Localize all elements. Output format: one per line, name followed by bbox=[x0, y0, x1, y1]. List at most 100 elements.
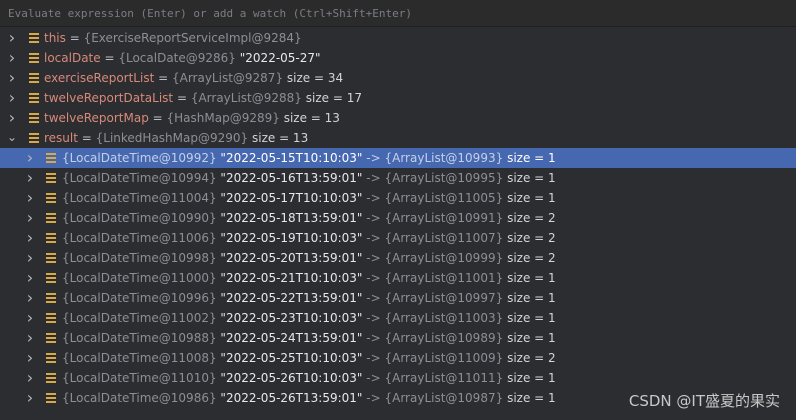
entry-key-ref: {LocalDateTime@10988} bbox=[62, 331, 217, 345]
variables-tree: this = {ExerciseReportServiceImpl@9284} … bbox=[0, 28, 796, 408]
variable-row-twelvereportmap[interactable]: twelveReportMap = {HashMap@9289} size = … bbox=[0, 108, 796, 128]
entry-size: size = 2 bbox=[507, 211, 556, 225]
map-entry-content: {LocalDateTime@11010} "2022-05-26T10:10:… bbox=[62, 368, 556, 388]
field-icon bbox=[46, 293, 56, 303]
variable-size: size = 34 bbox=[286, 71, 344, 85]
field-icon bbox=[29, 73, 39, 83]
field-icon bbox=[46, 233, 56, 243]
entry-value-ref: {ArrayList@10995} bbox=[384, 171, 504, 185]
chevron-right-icon[interactable] bbox=[24, 388, 36, 408]
variable-ref: {ArrayList@9288} bbox=[190, 91, 302, 105]
map-entry-row[interactable]: {LocalDateTime@11000} "2022-05-21T10:10:… bbox=[0, 268, 796, 288]
map-entry-row[interactable]: {LocalDateTime@11006} "2022-05-19T10:10:… bbox=[0, 228, 796, 248]
entry-size: size = 2 bbox=[507, 351, 556, 365]
entry-key-ref: {LocalDateTime@10990} bbox=[62, 211, 217, 225]
entry-key-ref: {LocalDateTime@10996} bbox=[62, 291, 217, 305]
variable-name: localDate bbox=[44, 51, 101, 65]
entry-key-value: "2022-05-15T10:10:03" bbox=[220, 151, 363, 165]
variable-ref: {ExerciseReportServiceImpl@9284} bbox=[83, 31, 302, 45]
chevron-right-icon[interactable] bbox=[6, 68, 18, 88]
entry-arrow: -> bbox=[366, 331, 381, 345]
entry-value-ref: {ArrayList@10987} bbox=[384, 391, 504, 405]
chevron-right-icon[interactable] bbox=[24, 328, 36, 348]
field-icon bbox=[46, 253, 56, 263]
entry-value-ref: {ArrayList@11007} bbox=[384, 231, 504, 245]
chevron-right-icon[interactable] bbox=[24, 268, 36, 288]
map-entry-row[interactable]: {LocalDateTime@11010} "2022-05-26T10:10:… bbox=[0, 368, 796, 388]
chevron-right-icon[interactable] bbox=[24, 148, 36, 168]
entry-value-ref: {ArrayList@10989} bbox=[384, 331, 504, 345]
entry-arrow: -> bbox=[366, 271, 381, 285]
entry-size: size = 1 bbox=[507, 331, 556, 345]
entry-key-ref: {LocalDateTime@11000} bbox=[62, 271, 217, 285]
evaluate-expression-input[interactable] bbox=[0, 0, 796, 26]
map-entry-row[interactable]: {LocalDateTime@10988} "2022-05-24T13:59:… bbox=[0, 328, 796, 348]
entry-arrow: -> bbox=[366, 391, 381, 405]
field-icon bbox=[29, 133, 39, 143]
entry-value-ref: {ArrayList@10999} bbox=[384, 251, 504, 265]
variable-row-twelvereportdatalist[interactable]: twelveReportDataList = {ArrayList@9288} … bbox=[0, 88, 796, 108]
chevron-right-icon[interactable] bbox=[24, 368, 36, 388]
chevron-right-icon[interactable] bbox=[24, 248, 36, 268]
variable-content: twelveReportDataList = {ArrayList@9288} … bbox=[44, 88, 362, 108]
entry-size: size = 1 bbox=[507, 311, 556, 325]
chevron-down-icon[interactable] bbox=[6, 128, 18, 148]
variable-row-result[interactable]: result = {LinkedHashMap@9290} size = 13 bbox=[0, 128, 796, 148]
chevron-right-icon[interactable] bbox=[6, 48, 18, 68]
map-entry-row[interactable]: {LocalDateTime@10992} "2022-05-15T10:10:… bbox=[0, 148, 796, 168]
field-icon bbox=[46, 273, 56, 283]
entry-key-value: "2022-05-18T13:59:01" bbox=[220, 211, 363, 225]
map-entry-row[interactable]: {LocalDateTime@11004} "2022-05-17T10:10:… bbox=[0, 188, 796, 208]
variable-row-this[interactable]: this = {ExerciseReportServiceImpl@9284} bbox=[0, 28, 796, 48]
chevron-right-icon[interactable] bbox=[24, 228, 36, 248]
map-entry-row[interactable]: {LocalDateTime@10990} "2022-05-18T13:59:… bbox=[0, 208, 796, 228]
map-entry-content: {LocalDateTime@10998} "2022-05-20T13:59:… bbox=[62, 248, 556, 268]
chevron-right-icon[interactable] bbox=[24, 308, 36, 328]
variable-row-exercisereportlist[interactable]: exerciseReportList = {ArrayList@9287} si… bbox=[0, 68, 796, 88]
variable-content: result = {LinkedHashMap@9290} size = 13 bbox=[44, 128, 308, 148]
map-entry-row[interactable]: {LocalDateTime@10998} "2022-05-20T13:59:… bbox=[0, 248, 796, 268]
entry-key-ref: {LocalDateTime@11010} bbox=[62, 371, 217, 385]
chevron-right-icon[interactable] bbox=[24, 348, 36, 368]
map-entry-content: {LocalDateTime@11002} "2022-05-23T10:10:… bbox=[62, 308, 556, 328]
chevron-right-icon[interactable] bbox=[6, 108, 18, 128]
chevron-right-icon[interactable] bbox=[24, 168, 36, 188]
field-icon bbox=[29, 93, 39, 103]
entry-key-value: "2022-05-25T10:10:03" bbox=[220, 351, 363, 365]
entry-size: size = 1 bbox=[507, 291, 556, 305]
chevron-right-icon[interactable] bbox=[24, 288, 36, 308]
entry-value-ref: {ArrayList@11011} bbox=[384, 371, 504, 385]
map-entry-content: {LocalDateTime@10990} "2022-05-18T13:59:… bbox=[62, 208, 556, 228]
map-entry-content: {LocalDateTime@10996} "2022-05-22T13:59:… bbox=[62, 288, 556, 308]
chevron-right-icon[interactable] bbox=[24, 208, 36, 228]
entry-value-ref: {ArrayList@10993} bbox=[384, 151, 504, 165]
variable-size: size = 13 bbox=[283, 111, 340, 125]
entry-key-value: "2022-05-24T13:59:01" bbox=[220, 331, 363, 345]
evaluate-expression-bar bbox=[0, 0, 796, 27]
map-entry-row[interactable]: {LocalDateTime@11002} "2022-05-23T10:10:… bbox=[0, 308, 796, 328]
equals-sign: = bbox=[154, 71, 172, 85]
variable-row-localdate[interactable]: localDate = {LocalDate@9286} "2022-05-27… bbox=[0, 48, 796, 68]
map-entry-content: {LocalDateTime@10988} "2022-05-24T13:59:… bbox=[62, 328, 556, 348]
variable-name: this bbox=[44, 31, 66, 45]
chevron-right-icon[interactable] bbox=[6, 28, 18, 48]
chevron-right-icon[interactable] bbox=[6, 88, 18, 108]
watermark: CSDN @IT盛夏的果实 bbox=[628, 392, 780, 410]
map-entry-content: {LocalDateTime@10992} "2022-05-15T10:10:… bbox=[62, 148, 556, 168]
entry-value-ref: {ArrayList@10991} bbox=[384, 211, 504, 225]
entry-key-value: "2022-05-21T10:10:03" bbox=[220, 271, 363, 285]
entry-key-value: "2022-05-20T13:59:01" bbox=[220, 251, 363, 265]
field-icon bbox=[46, 173, 56, 183]
variable-name: result bbox=[44, 131, 78, 145]
map-entry-content: {LocalDateTime@11006} "2022-05-19T10:10:… bbox=[62, 228, 556, 248]
field-icon bbox=[29, 53, 39, 63]
chevron-right-icon[interactable] bbox=[24, 188, 36, 208]
map-entry-row[interactable]: {LocalDateTime@10994} "2022-05-16T13:59:… bbox=[0, 168, 796, 188]
entry-arrow: -> bbox=[366, 351, 381, 365]
entry-size: size = 1 bbox=[507, 371, 556, 385]
map-entry-row[interactable]: {LocalDateTime@11008} "2022-05-25T10:10:… bbox=[0, 348, 796, 368]
entry-arrow: -> bbox=[366, 191, 381, 205]
map-entry-row[interactable]: {LocalDateTime@10996} "2022-05-22T13:59:… bbox=[0, 288, 796, 308]
entry-size: size = 1 bbox=[507, 171, 556, 185]
variable-name: twelveReportDataList bbox=[44, 91, 174, 105]
